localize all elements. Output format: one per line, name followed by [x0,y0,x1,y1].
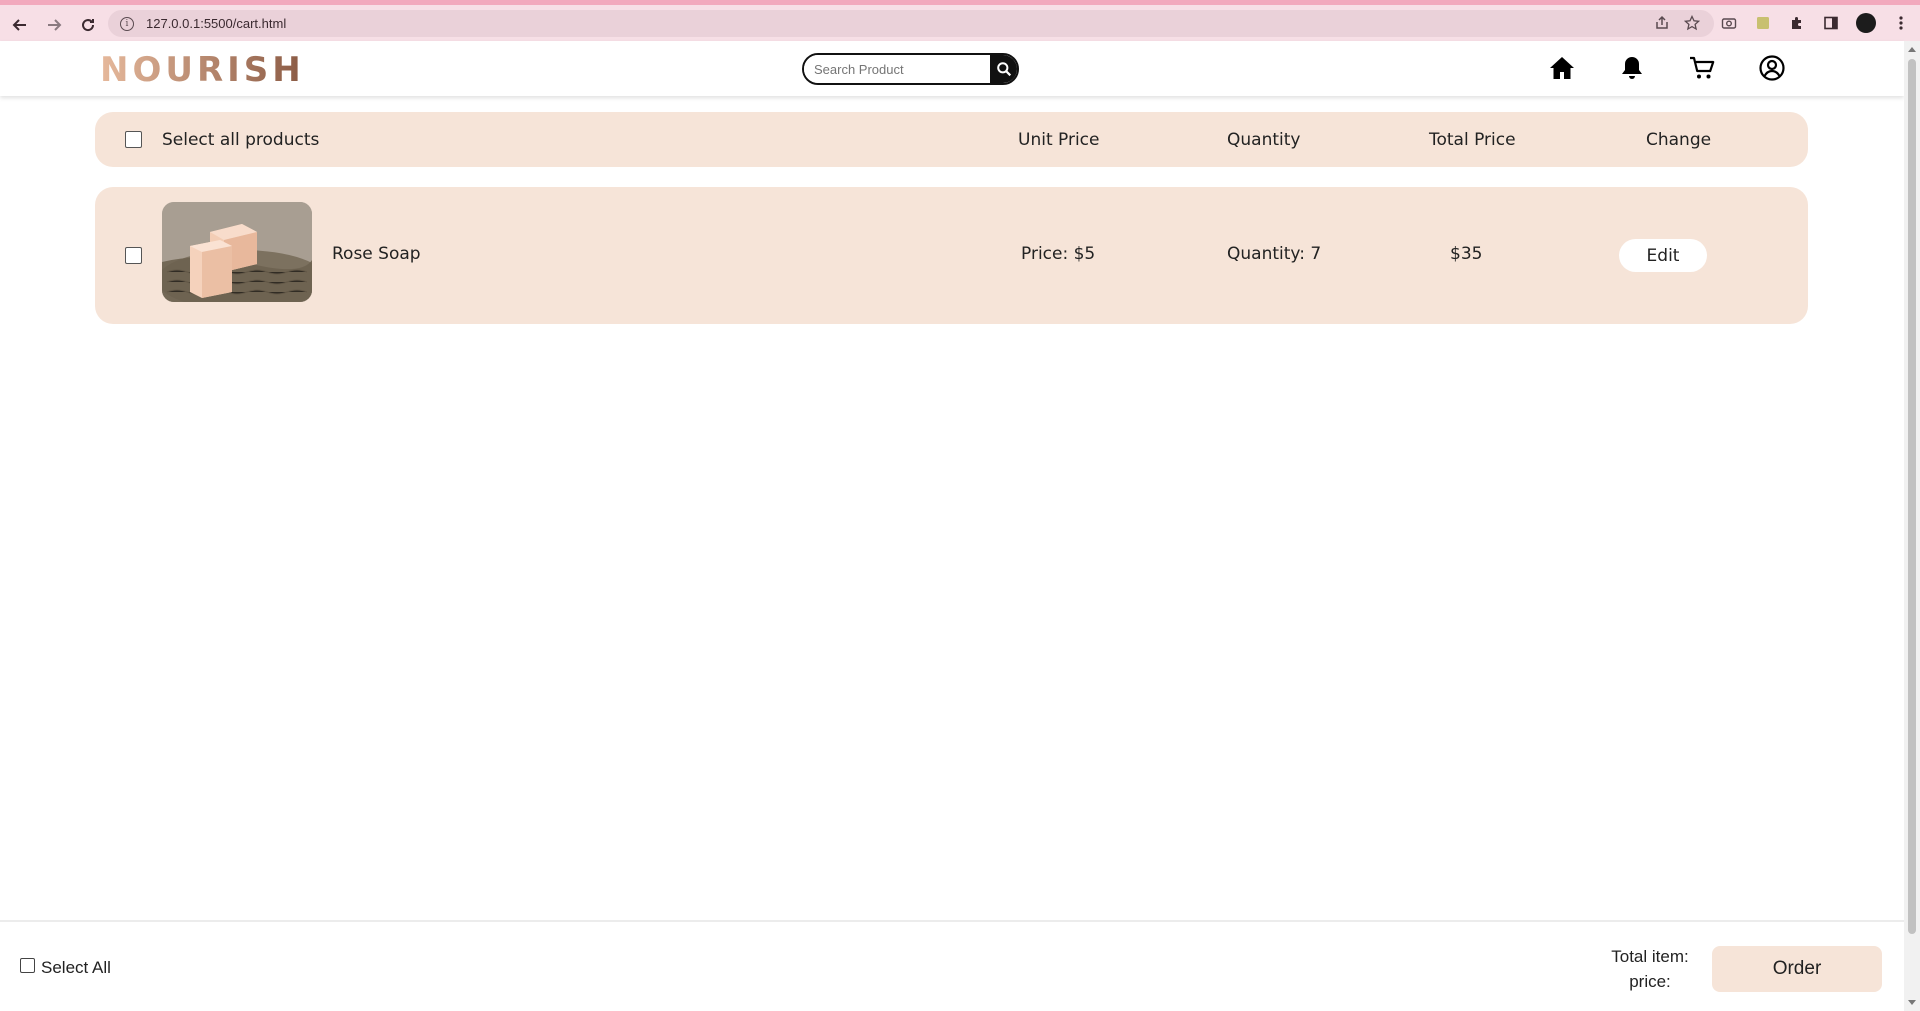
browser-nav [8,13,100,37]
cart-footer: Select All Total item: price: Order [0,920,1904,1011]
menu-dots-icon[interactable] [1892,14,1910,32]
quantity-header: Quantity [1227,130,1301,150]
sidebar-icon[interactable] [1822,14,1840,32]
omnibox-actions [1654,14,1701,35]
puzzle-icon[interactable] [1788,14,1806,32]
scroll-up-arrow-icon[interactable] [1908,47,1916,52]
cart-icon[interactable] [1688,54,1716,82]
change-header: Change [1646,130,1712,150]
total-item-price-label: Total item: price: [1611,947,1689,991]
footer-select-all-label: Select All [41,958,111,977]
product-image [162,202,312,302]
info-icon[interactable]: i [120,16,134,31]
search-button[interactable] [990,55,1017,83]
cart-item-checkbox[interactable] [125,247,142,264]
unit-price-header: Unit Price [1018,130,1100,150]
search-bar [802,53,1019,85]
bell-icon[interactable] [1618,54,1646,82]
order-button[interactable]: Order [1712,946,1882,992]
home-icon[interactable] [1548,54,1576,82]
footer-select-all-checkbox[interactable] [20,958,35,973]
cart-item-row: Rose Soap Price: $5 Quantity: 7 $35 Edit [95,187,1808,324]
select-all-products-label: Select all products [162,130,320,150]
search-icon [996,62,1011,77]
product-total-price: $35 [1450,244,1483,264]
account-icon[interactable] [1758,54,1786,82]
cart-table-header: Select all products Unit Price Quantity … [95,112,1808,167]
brand-logo[interactable]: NOURISH [100,50,305,90]
product-quantity: Quantity: 7 [1227,244,1322,264]
forward-arrow-icon[interactable] [42,13,66,37]
product-unit-price: Price: $5 [1021,244,1096,264]
product-name[interactable]: Rose Soap [332,244,421,264]
extension-icon[interactable] [1754,14,1772,32]
back-arrow-icon[interactable] [8,13,32,37]
camera-icon[interactable] [1720,14,1738,32]
select-all-products-checkbox[interactable] [125,131,142,148]
profile-avatar[interactable] [1856,13,1876,33]
page-scrollbar[interactable] [1904,41,1920,1011]
site-header: NOURISH [0,41,1904,96]
main-nav [1548,54,1786,82]
share-icon[interactable] [1654,15,1670,35]
total-price-header: Total Price [1429,130,1516,150]
browser-chrome: i 127.0.0.1:5500/cart.html [0,0,1920,41]
reload-icon[interactable] [76,13,100,37]
url-text: 127.0.0.1:5500/cart.html [146,16,287,31]
address-bar[interactable]: i 127.0.0.1:5500/cart.html [108,10,1714,37]
search-input[interactable] [804,55,990,83]
scroll-down-arrow-icon[interactable] [1908,1000,1916,1005]
scrollbar-thumb[interactable] [1908,59,1916,934]
browser-toolbar [1720,13,1910,33]
edit-button[interactable]: Edit [1619,239,1707,272]
star-icon[interactable] [1683,14,1701,35]
